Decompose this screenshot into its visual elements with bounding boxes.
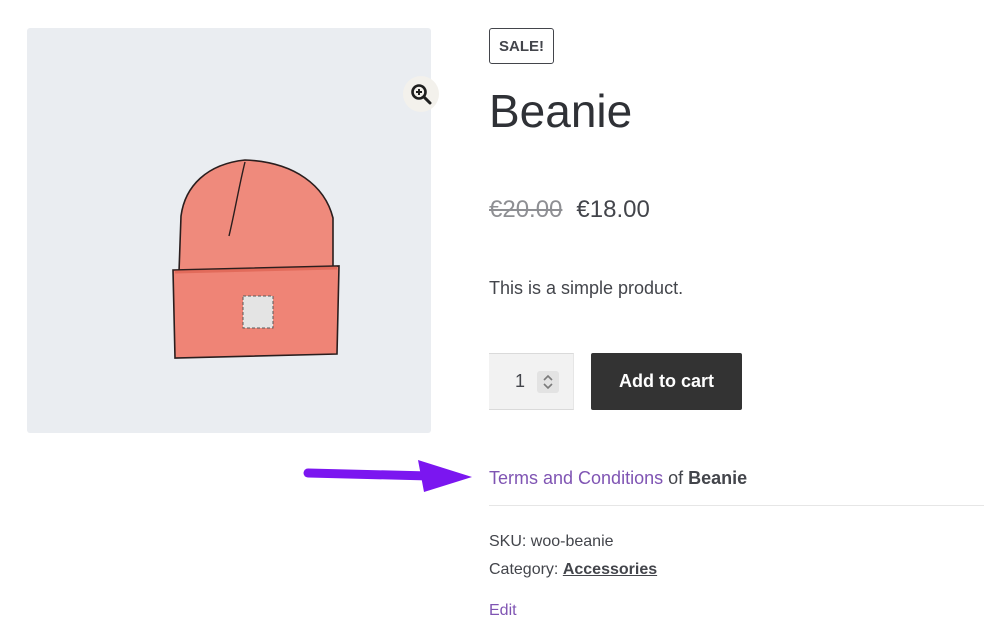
terms-line: Terms and Conditions of Beanie — [489, 468, 747, 489]
quantity-input[interactable]: 1 — [489, 353, 574, 410]
sku-value: woo-beanie — [530, 533, 614, 550]
terms-link[interactable]: Terms and Conditions — [489, 468, 663, 488]
terms-of: of — [668, 468, 684, 488]
category-line: Category: Accessories — [489, 556, 657, 584]
product-image-beanie[interactable] — [167, 156, 347, 366]
edit-link[interactable]: Edit — [489, 602, 517, 620]
divider — [489, 505, 984, 506]
arrow-right-icon — [303, 460, 472, 492]
quantity-stepper[interactable] — [537, 371, 559, 393]
sale-badge: SALE! — [489, 28, 554, 64]
zoom-in-icon — [411, 84, 432, 105]
product-meta: SKU: woo-beanie Category: Accessories — [489, 528, 657, 584]
quantity-value: 1 — [515, 371, 526, 391]
category-link[interactable]: Accessories — [563, 561, 657, 578]
sku-line: SKU: woo-beanie — [489, 528, 657, 556]
category-label: Category: — [489, 561, 559, 578]
terms-product-name: Beanie — [688, 468, 748, 488]
add-to-cart-button[interactable]: Add to cart — [591, 353, 742, 410]
product-gallery — [27, 28, 439, 433]
regular-price: €20.00 — [489, 196, 563, 223]
chevron-up-down-icon — [543, 374, 553, 390]
product-price: €20.00 €18.00 — [489, 196, 650, 224]
zoom-button[interactable] — [403, 76, 439, 112]
product-description: This is a simple product. — [489, 278, 684, 298]
product-title: Beanie — [489, 85, 633, 137]
sale-price: €18.00 — [576, 196, 650, 223]
sku-label: SKU: — [489, 533, 527, 550]
